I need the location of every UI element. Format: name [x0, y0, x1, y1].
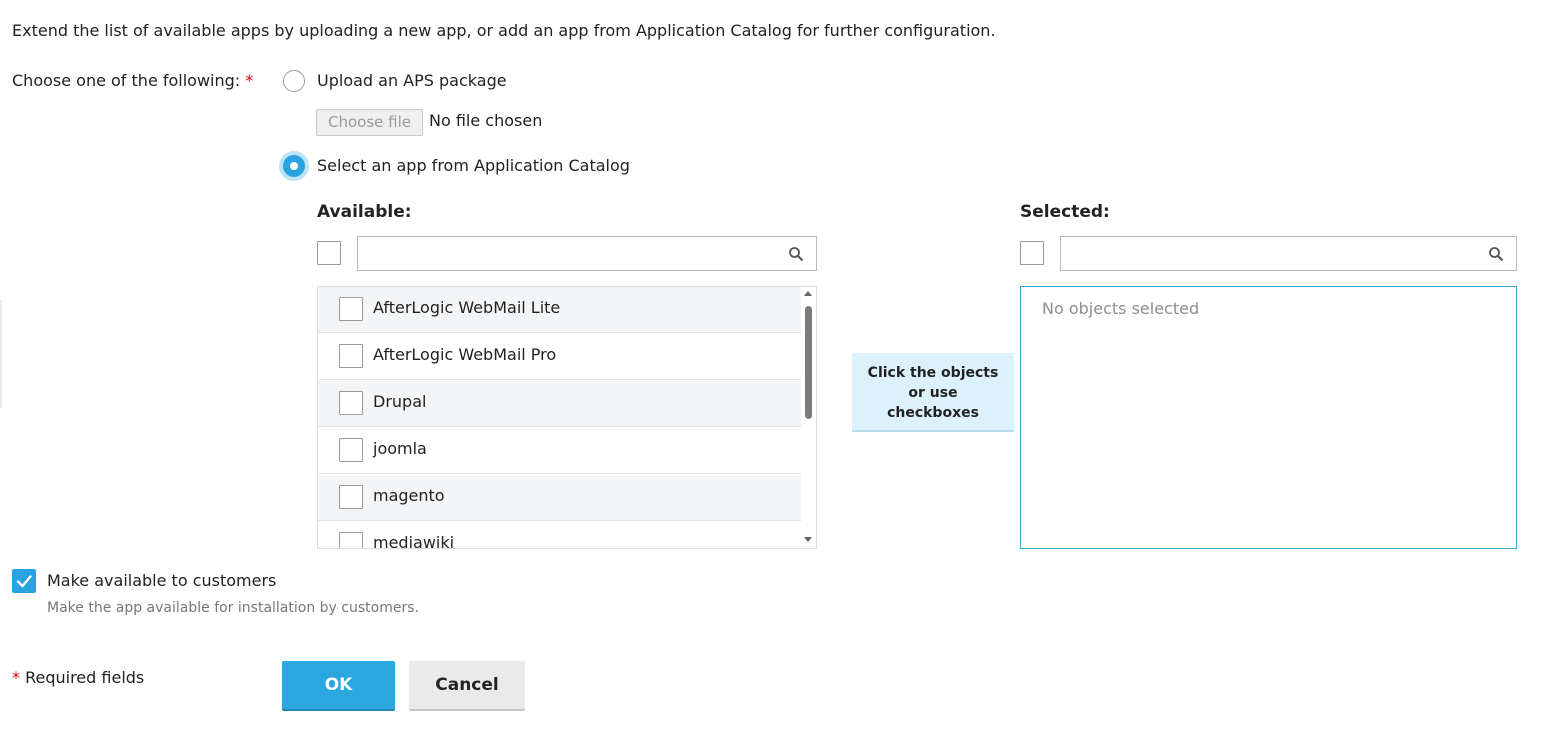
list-item-checkbox[interactable]	[339, 344, 363, 368]
choose-file-button[interactable]: Choose file	[316, 109, 423, 136]
list-item-label[interactable]: Drupal	[373, 392, 426, 411]
intro-text: Extend the list of available apps by upl…	[12, 21, 996, 40]
scroll-up-icon[interactable]	[804, 291, 812, 296]
selection-hint: Click the objects or use checkboxes	[852, 353, 1014, 432]
file-status-text: No file chosen	[429, 111, 543, 130]
cancel-button[interactable]: Cancel	[409, 661, 525, 711]
list-scrollbar[interactable]	[801, 287, 816, 548]
option-upload-label[interactable]: Upload an APS package	[317, 71, 507, 90]
required-mark: *	[12, 668, 20, 687]
list-item-label[interactable]: AfterLogic WebMail Lite	[373, 298, 560, 317]
scroll-down-icon[interactable]	[804, 537, 812, 542]
choose-label-text: Choose one of the following:	[12, 71, 241, 90]
checkmark-icon	[16, 575, 32, 588]
hint-line-2: or use	[908, 385, 958, 401]
choose-label: Choose one of the following: *	[12, 71, 253, 90]
selected-select-all-checkbox[interactable]	[1020, 241, 1044, 265]
list-item-checkbox[interactable]	[339, 532, 363, 548]
make-available-checkbox[interactable]	[12, 569, 36, 593]
available-search-input[interactable]	[357, 236, 817, 271]
selected-list[interactable]: No objects selected	[1020, 286, 1517, 549]
list-item[interactable]: magento	[318, 475, 801, 521]
hint-line-1: Click the objects	[867, 365, 999, 381]
list-item-checkbox[interactable]	[339, 391, 363, 415]
ok-button[interactable]: OK	[282, 661, 395, 711]
search-icon	[789, 247, 804, 262]
make-available-label[interactable]: Make available to customers	[47, 571, 276, 590]
required-fields-text: Required fields	[25, 668, 145, 687]
list-item-label[interactable]: AfterLogic WebMail Pro	[373, 345, 556, 364]
list-item-checkbox[interactable]	[339, 485, 363, 509]
required-fields-note: * Required fields	[12, 668, 144, 687]
selected-title: Selected:	[1020, 202, 1110, 222]
list-item-checkbox[interactable]	[339, 297, 363, 321]
required-mark: *	[245, 71, 254, 90]
list-item-checkbox[interactable]	[339, 438, 363, 462]
scroll-thumb[interactable]	[805, 306, 812, 419]
radio-upload-package[interactable]	[283, 70, 305, 92]
list-item[interactable]: joomla	[318, 428, 801, 474]
make-available-description: Make the app available for installation …	[47, 600, 419, 616]
list-item-label[interactable]: magento	[373, 486, 445, 505]
list-item[interactable]: AfterLogic WebMail Pro	[318, 334, 801, 380]
list-item[interactable]: Drupal	[318, 381, 801, 427]
selected-search-input[interactable]	[1060, 236, 1517, 271]
list-item[interactable]: mediawiki	[318, 522, 801, 548]
option-catalog-label[interactable]: Select an app from Application Catalog	[317, 156, 630, 175]
selected-empty-text: No objects selected	[1042, 299, 1200, 318]
search-icon	[1489, 247, 1504, 262]
available-select-all-checkbox[interactable]	[317, 241, 341, 265]
radio-select-from-catalog[interactable]	[283, 155, 305, 177]
hint-line-3: checkboxes	[887, 405, 979, 421]
available-title: Available:	[317, 202, 412, 222]
list-item-label[interactable]: joomla	[373, 439, 427, 458]
list-item-label[interactable]: mediawiki	[373, 533, 454, 548]
left-edge-divider	[0, 300, 2, 408]
available-list[interactable]: AfterLogic WebMail Lite AfterLogic WebMa…	[317, 286, 817, 549]
list-item[interactable]: AfterLogic WebMail Lite	[318, 287, 801, 333]
